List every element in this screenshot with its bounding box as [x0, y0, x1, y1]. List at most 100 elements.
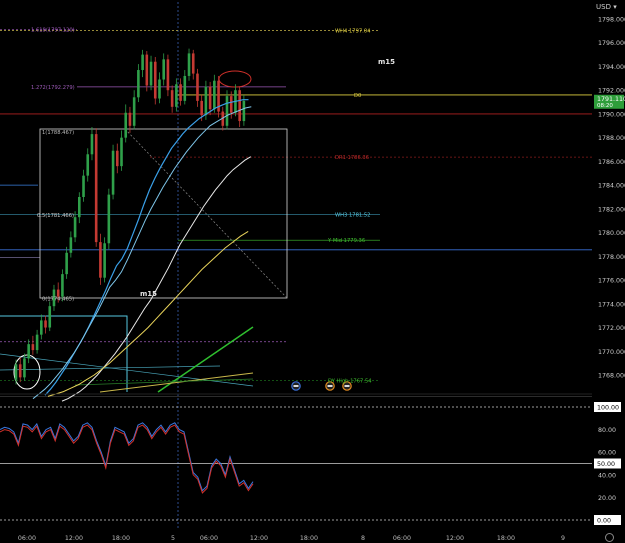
- candle-body: [200, 100, 203, 116]
- current-price-countdown: 08:20: [597, 103, 613, 109]
- candle-body: [238, 90, 241, 122]
- candle-body: [170, 90, 174, 107]
- candle-body: [242, 100, 246, 122]
- candle-body: [213, 80, 216, 110]
- candle-body: [225, 96, 229, 126]
- event-marker-flag: [293, 385, 299, 387]
- candle-body: [204, 86, 208, 116]
- candle-body: [141, 54, 144, 71]
- candle-body: [208, 86, 212, 110]
- x-tick-label: 12:00: [65, 535, 83, 542]
- candle-body: [82, 175, 85, 197]
- currency-text: USD: [596, 3, 611, 11]
- candle-body: [137, 70, 140, 98]
- candle-body: [27, 344, 30, 359]
- candle-body: [196, 73, 199, 101]
- candle-body: [78, 197, 81, 218]
- event-marker-flag: [327, 385, 333, 387]
- candle-body: [48, 306, 52, 328]
- y-tick-label: 1798.000: [598, 17, 625, 24]
- fib-0-label: 0(1774.465): [42, 296, 74, 302]
- candle-body: [115, 150, 119, 167]
- settings-gear-icon[interactable]: [605, 533, 614, 542]
- fib-1618-label: 1.618(1797.120): [31, 27, 75, 33]
- candle-body: [128, 112, 132, 126]
- candle-body: [162, 59, 165, 80]
- y-tick-label: 1776.000: [598, 278, 625, 285]
- x-tick-label: 06:00: [393, 535, 411, 542]
- y-tick-label: 1796.000: [598, 40, 625, 47]
- candle-body: [132, 97, 136, 126]
- candle-body: [120, 137, 123, 167]
- x-tick-label: 9: [561, 535, 565, 542]
- candle-body: [40, 320, 43, 335]
- d0-label: D0: [354, 93, 361, 99]
- candle-body: [31, 344, 35, 351]
- timeframe-label-box: m15: [140, 290, 157, 298]
- y-tick-label: 1786.000: [598, 159, 625, 166]
- y-tick-label: 1788.000: [598, 135, 625, 142]
- x-tick-label: 18:00: [112, 535, 130, 542]
- y-tick-label: 1780.000: [598, 230, 625, 237]
- wh4-label: WH4 1797.04: [335, 28, 371, 34]
- dr1-label: DR1 1786.36: [335, 155, 369, 161]
- osc-tick-label: 60.00: [598, 450, 616, 457]
- current-price-value: 1791.110: [597, 96, 625, 103]
- chart-background: [0, 0, 625, 543]
- x-tick-label: 18:00: [497, 535, 515, 542]
- osc-tick-label: 20.00: [598, 495, 616, 502]
- wh3-label: WH3 1781.52: [335, 213, 370, 219]
- y-tick-label: 1794.000: [598, 64, 625, 71]
- osc-tick-label: 40.00: [598, 472, 616, 479]
- y-tick-label: 1768.000: [598, 373, 625, 380]
- candle-body: [111, 150, 115, 195]
- timeframe-label-top: m15: [378, 58, 395, 66]
- osc-level-label: 100.00: [597, 405, 619, 412]
- candle-body: [94, 134, 98, 243]
- y-tick-label: 1774.000: [598, 301, 625, 308]
- candle-body: [61, 274, 64, 297]
- y-tick-label: 1782.000: [598, 206, 625, 213]
- candle-body: [149, 61, 153, 86]
- y-tick-label: 1772.000: [598, 325, 625, 332]
- candle-body: [175, 84, 178, 107]
- currency-label[interactable]: USD ▾: [596, 3, 617, 11]
- candle-body: [44, 320, 47, 328]
- candle-body: [73, 217, 77, 238]
- osc-tick-label: 80.00: [598, 427, 616, 434]
- candle-body: [187, 53, 191, 76]
- candle-body: [145, 54, 149, 86]
- x-tick-label: 18:00: [300, 535, 318, 542]
- y-tick-label: 1784.000: [598, 183, 625, 190]
- chevron-down-icon: ▾: [613, 3, 617, 11]
- price-chart[interactable]: WH4 1797.04 D0 DR1 1786.36 WH3 1781.52 Y Mid…: [0, 0, 625, 543]
- x-tick-label: 06:00: [18, 535, 36, 542]
- candle-body: [18, 364, 22, 378]
- candle-body: [124, 112, 128, 138]
- candle-body: [183, 75, 187, 101]
- y-tick-label: 1770.000: [598, 349, 625, 356]
- fib-1-label: 1(1788.467): [42, 130, 74, 136]
- candle-body: [179, 84, 182, 101]
- x-tick-label: 06:00: [200, 535, 218, 542]
- osc-level-label: 50.00: [597, 461, 615, 468]
- x-tick-label: 12:00: [250, 535, 268, 542]
- candle-body: [69, 237, 73, 253]
- candle-body: [65, 252, 68, 275]
- candle-body: [23, 358, 26, 378]
- x-tick-label: 8: [361, 535, 365, 542]
- candle-body: [158, 79, 161, 99]
- candle-body: [107, 194, 111, 244]
- dyhigh-label: DY High 1767.54: [328, 378, 372, 384]
- candle-body: [153, 61, 157, 99]
- osc-level-label: 0.00: [597, 518, 611, 525]
- y-tick-label: 1790.000: [598, 111, 625, 118]
- event-marker-flag: [344, 385, 350, 387]
- candle-body: [229, 96, 233, 113]
- x-tick-label: 12:00: [446, 535, 464, 542]
- candle-body: [99, 242, 102, 278]
- fib-05-label: 0.5(1781.466): [37, 213, 74, 219]
- y-tick-label: 1778.000: [598, 254, 625, 261]
- ymid-label: Y Mid 1779.36: [327, 238, 365, 244]
- candle-body: [191, 53, 195, 74]
